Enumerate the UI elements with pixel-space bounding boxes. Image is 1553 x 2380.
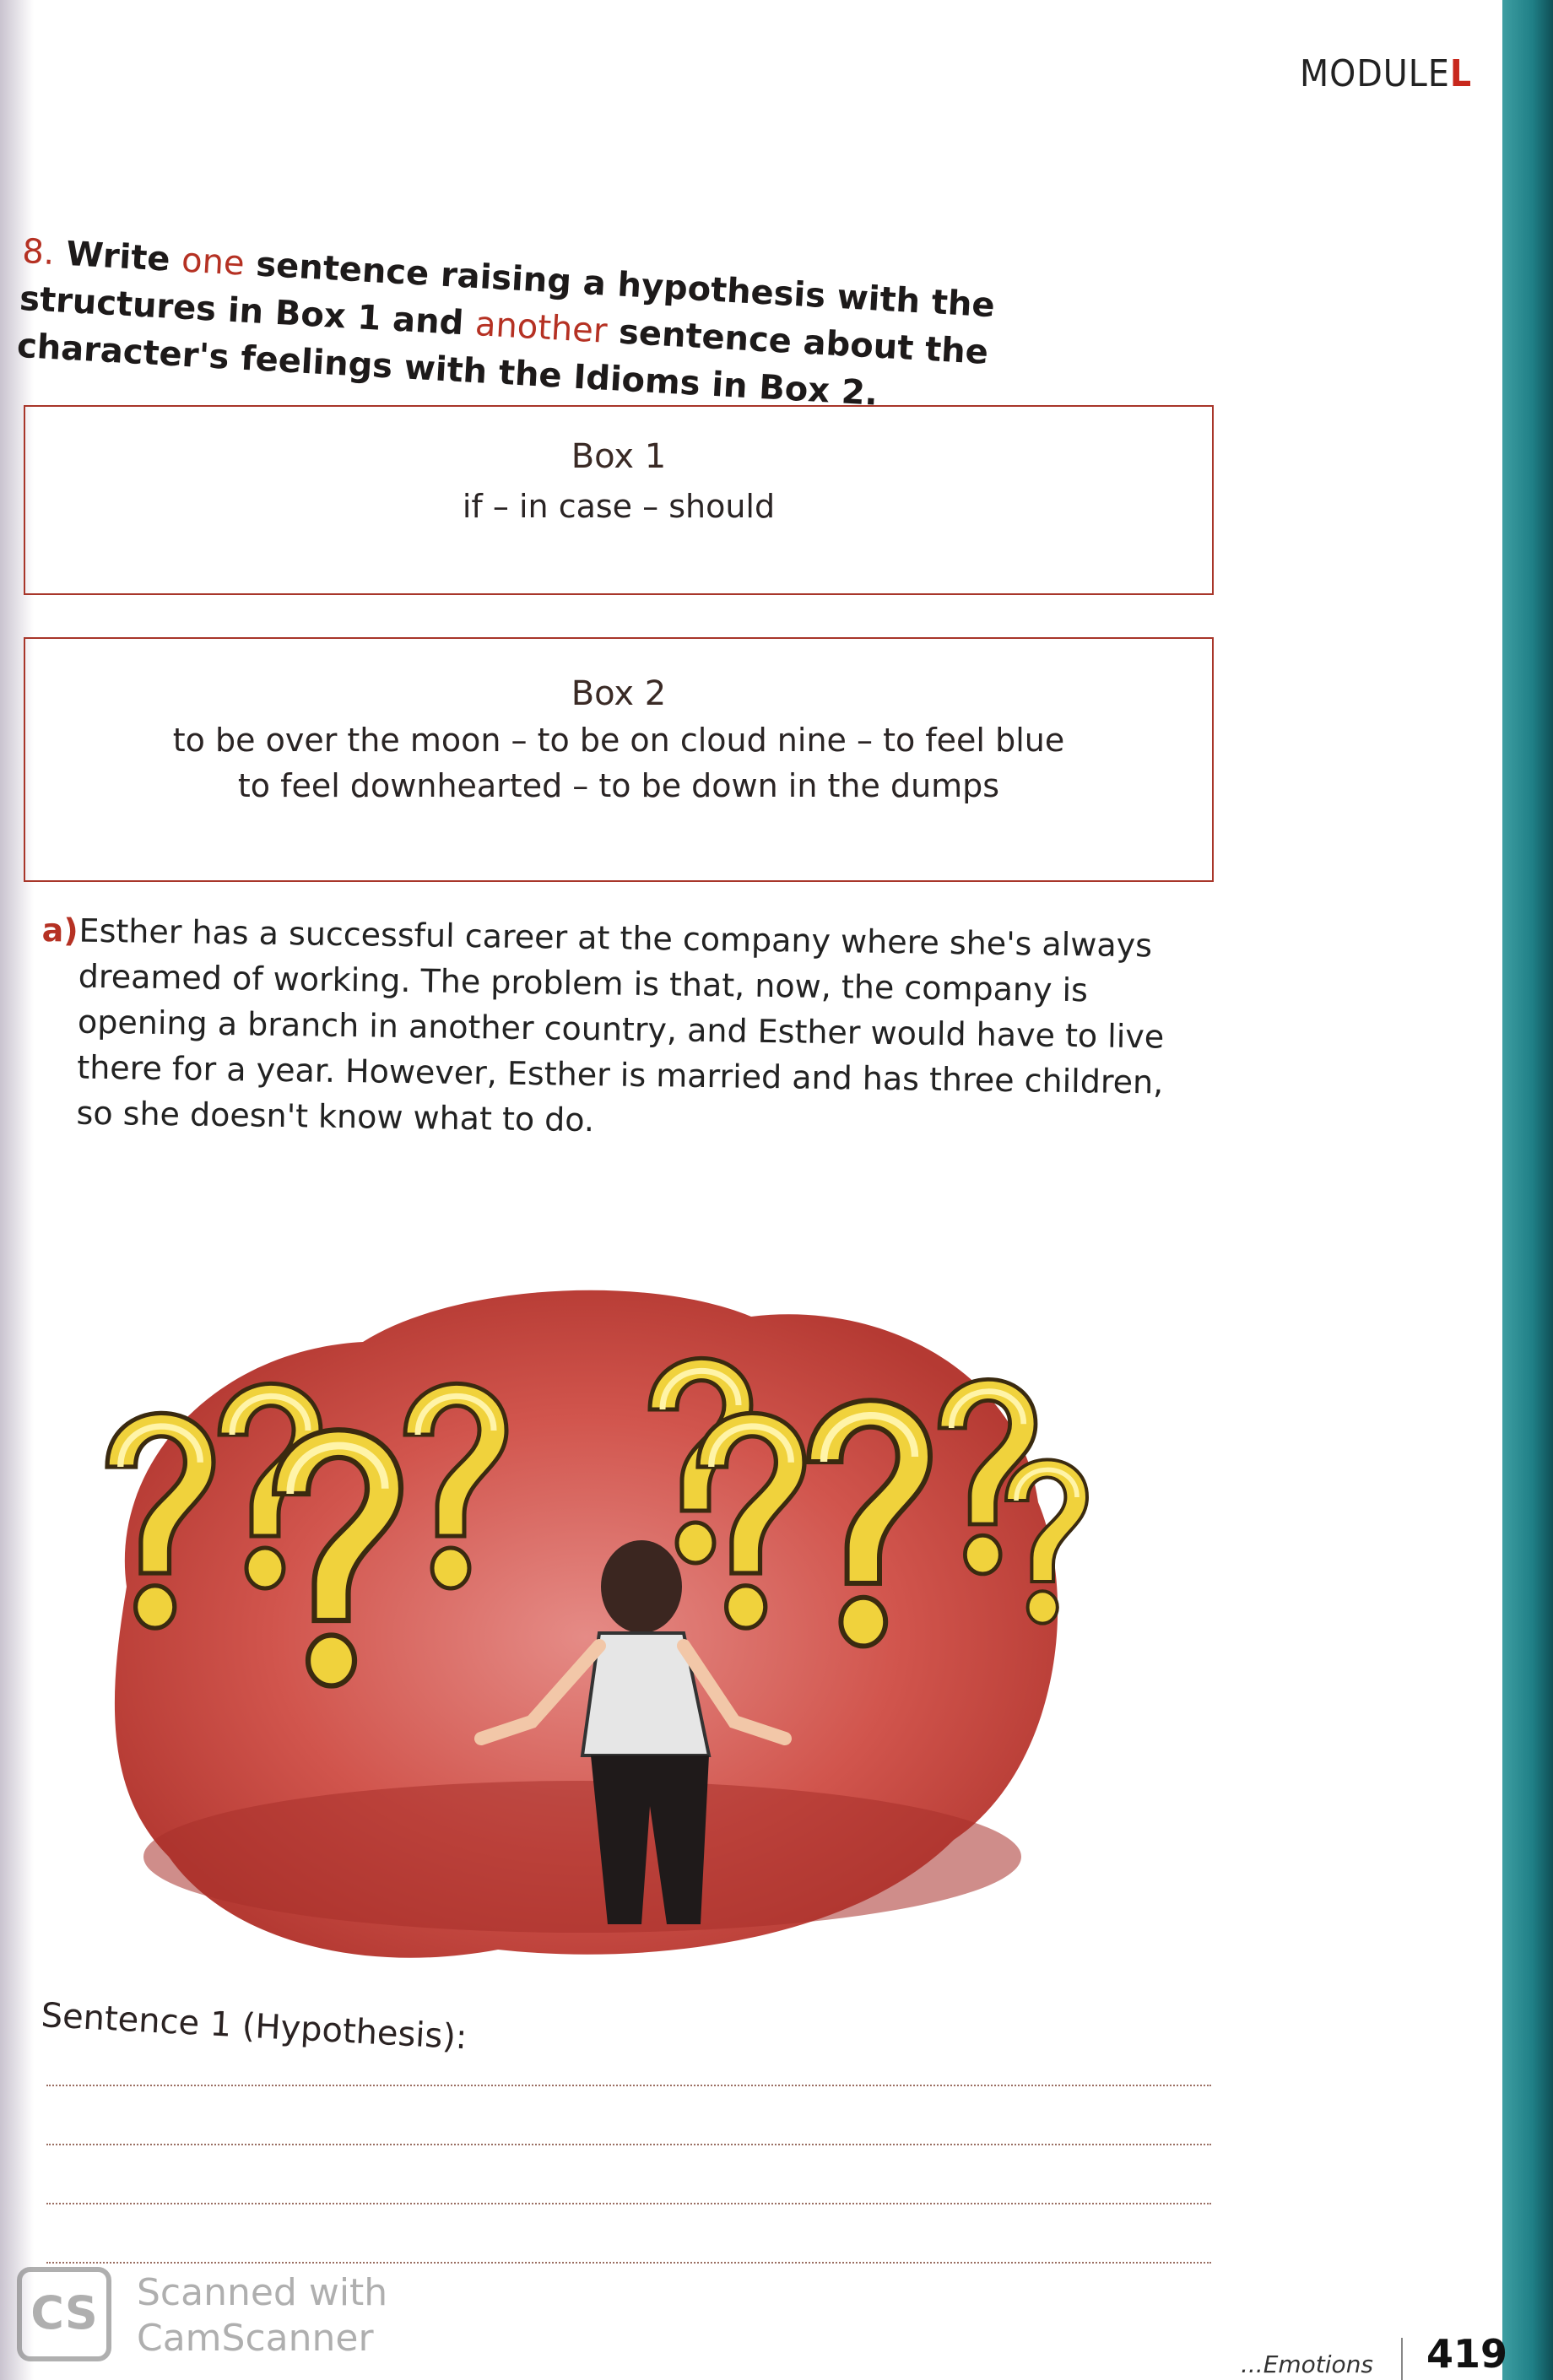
- box-2-title: Box 2: [571, 674, 667, 713]
- writing-line[interactable]: [46, 2262, 1211, 2264]
- box-1: Box 1 if – in case – should: [24, 405, 1214, 595]
- camscanner-watermark: CS Scanned with CamScanner: [17, 2267, 456, 2361]
- footer-divider: [1401, 2338, 1403, 2380]
- watermark-text: Scanned with CamScanner: [137, 2270, 387, 2361]
- module-letter: L: [1449, 52, 1473, 95]
- item-a-marker: a): [41, 911, 78, 949]
- footer-title: ...Emotions: [1241, 2350, 1374, 2378]
- box-2: Box 2 to be over the moon – to be on clo…: [24, 637, 1214, 882]
- page-number: 419: [1426, 2331, 1508, 2377]
- instruction-one: one: [180, 241, 246, 284]
- instruction-another: another: [473, 305, 609, 351]
- answer-label: Sentence 1 (Hypothesis):: [40, 1996, 468, 2058]
- writing-line[interactable]: [46, 2085, 1211, 2086]
- book-edge: [1502, 0, 1553, 2380]
- watermark-line-2: CamScanner: [137, 2317, 374, 2360]
- module-prefix: MODULE: [1300, 52, 1450, 95]
- module-header: MODULEL: [1300, 52, 1472, 95]
- item-a-text: Esther has a successful career at the co…: [76, 911, 1165, 1139]
- watermark-line-1: Scanned with: [137, 2271, 388, 2314]
- box-1-content: if – in case – should: [462, 488, 776, 525]
- box-2-line-2: to feel downhearted – to be down in the …: [237, 767, 1000, 804]
- question-marks-illustration: [59, 1290, 1123, 1958]
- box-2-line-1: to be over the moon – to be on cloud nin…: [172, 722, 1065, 759]
- exercise-instruction: 8. Write one sentence raising a hypothes…: [16, 228, 1204, 435]
- camscanner-logo-icon: CS: [17, 2267, 111, 2361]
- exercise-number: 8.: [21, 231, 56, 273]
- writing-line[interactable]: [46, 2144, 1211, 2145]
- instruction-lead: Write: [65, 234, 183, 280]
- box-1-title: Box 1: [571, 437, 667, 476]
- writing-line[interactable]: [46, 2203, 1211, 2204]
- item-a: a) Esther has a successful career at the…: [39, 907, 1207, 1151]
